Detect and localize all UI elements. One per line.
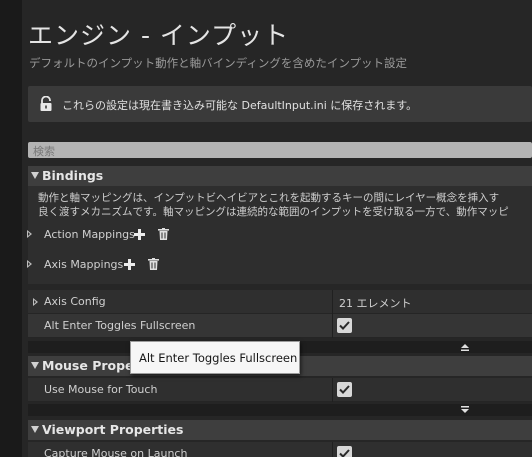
expand-arrow-icon[interactable] <box>27 260 32 268</box>
page-subtitle: デフォルトのインプット動作と軸バインディングを含めたインプット設定 <box>29 56 408 70</box>
bindings-description-line-2: 良く渡すメカニズムです。軸マッピングは連続的な範囲のインプットを受け取る一方で、… <box>38 206 509 218</box>
axis-config-label: Axis Config <box>44 295 106 308</box>
column-divider <box>332 378 333 402</box>
column-divider <box>332 290 333 314</box>
collapse-triangle-icon[interactable] <box>31 426 39 433</box>
delete-axis-mappings-trash-icon[interactable] <box>148 258 159 270</box>
checkmark-icon <box>339 385 350 394</box>
section-title-viewport-properties: Viewport Properties <box>42 422 184 437</box>
axis-config-value: 21 エレメント <box>339 297 412 310</box>
page-title: エンジン - インプット <box>28 21 290 50</box>
left-panel-edge <box>0 0 22 457</box>
section-header-viewport-properties[interactable]: Viewport Properties <box>28 420 532 440</box>
triangle-up-icon[interactable] <box>460 342 470 352</box>
action-mappings-label: Action Mappings <box>44 228 135 241</box>
config-notice-banner: これらの設定は現在書き込み可能な DefaultInput.ini に保存されま… <box>28 86 532 122</box>
use-mouse-for-touch-label: Use Mouse for Touch <box>44 383 158 396</box>
tooltip: Alt Enter Toggles Fullscreen <box>130 341 300 374</box>
alt-enter-label: Alt Enter Toggles Fullscreen <box>44 319 196 332</box>
delete-action-mappings-trash-icon[interactable] <box>158 228 169 240</box>
checkmark-icon <box>339 321 350 330</box>
expand-arrow-icon[interactable] <box>27 230 32 238</box>
tooltip-text: Alt Enter Toggles Fullscreen <box>139 351 298 365</box>
collapse-triangle-icon[interactable] <box>31 362 39 369</box>
checkmark-icon <box>339 449 350 457</box>
property-row-alt-enter[interactable]: Alt Enter Toggles Fullscreen <box>28 314 532 338</box>
alt-enter-checkbox[interactable] <box>337 318 352 333</box>
section-title-bindings: Bindings <box>42 168 104 183</box>
search-input[interactable]: 検索 <box>28 142 532 158</box>
triangle-down-icon[interactable] <box>460 405 470 415</box>
search-placeholder: 検索 <box>33 145 55 158</box>
lock-icon <box>40 96 52 111</box>
expand-arrow-icon[interactable] <box>33 298 38 306</box>
config-notice-text: これらの設定は現在書き込み可能な DefaultInput.ini に保存されま… <box>62 99 418 112</box>
column-divider <box>332 442 333 457</box>
section-header-bindings[interactable]: Bindings <box>28 166 532 186</box>
axis-mappings-label: Axis Mappings <box>44 258 124 271</box>
add-axis-mapping-plus-icon[interactable] <box>124 259 135 270</box>
use-mouse-for-touch-checkbox[interactable] <box>337 382 352 397</box>
property-row-use-mouse-for-touch[interactable]: Use Mouse for Touch <box>28 378 532 402</box>
capture-mouse-label: Capture Mouse on Launch <box>44 447 188 457</box>
add-action-mapping-plus-icon[interactable] <box>134 229 145 240</box>
property-row-axis-config[interactable]: Axis Config 21 エレメント <box>28 290 532 314</box>
property-row-capture-mouse[interactable]: Capture Mouse on Launch <box>28 442 532 457</box>
column-divider <box>332 314 333 338</box>
advanced-expand-bar[interactable] <box>28 404 532 416</box>
collapse-triangle-icon[interactable] <box>31 172 39 179</box>
capture-mouse-checkbox[interactable] <box>337 446 352 457</box>
bindings-description-line-1: 動作と軸マッピングは、インプットビヘイビアとこれを起動するキーの間にレイヤー概念… <box>38 192 500 204</box>
settings-panel: エンジン - インプット デフォルトのインプット動作と軸バインディングを含めたイ… <box>22 0 532 457</box>
